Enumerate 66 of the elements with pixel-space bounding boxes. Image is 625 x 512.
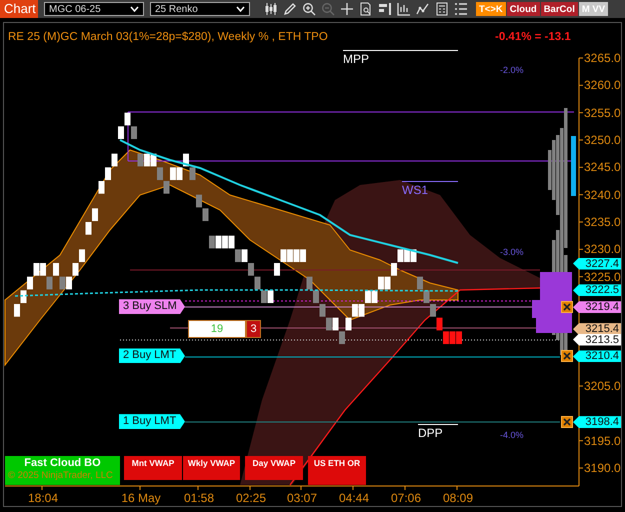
price-axis-label: 3265.0 [584, 51, 621, 65]
time-axis-label: 16 May [120, 491, 162, 505]
cancel-order-icon[interactable] [561, 416, 573, 428]
price-axis-label: 3245.0 [584, 160, 621, 174]
price-marker: 3215.4 [573, 323, 621, 336]
list-icon[interactable] [454, 2, 468, 16]
percent-label: -2.0% [500, 65, 524, 75]
candlestick-icon[interactable] [264, 2, 278, 16]
price-axis-label: 3255.0 [584, 106, 621, 120]
pencil-icon[interactable] [283, 2, 297, 16]
price-marker: 3213.5 [573, 334, 621, 346]
percent-label: -3.0% [500, 247, 524, 257]
cancel-order-icon[interactable] [561, 301, 573, 314]
chart-header: RE 25 (M)GC March 03(1%=28p=$280), Weekly % , ETH TPO [8, 31, 328, 43]
value-area-bar [571, 136, 576, 196]
percent-label: -4.0% [500, 430, 524, 440]
bar-type-dropdown[interactable]: 25 Renko [150, 2, 250, 16]
price-marker: 3222.5 [573, 284, 621, 296]
net-change: -0.41% = -13.1 [495, 31, 571, 43]
chart-title: Chart [0, 0, 38, 18]
price-marker: 3210.4 [573, 350, 621, 362]
time-axis-label: 03:07 [286, 491, 318, 505]
order-label[interactable]: 3 Buy SLM [119, 299, 185, 314]
order-label[interactable]: 1 Buy LMT [119, 414, 185, 430]
time-axis-label: 07:06 [390, 491, 422, 505]
price-axis-label: 3260.0 [584, 78, 621, 92]
indicator-button[interactable]: Day VWAP [245, 456, 303, 480]
pivot-label: DPP [418, 424, 458, 440]
time-axis-label: 02:25 [234, 491, 268, 505]
line-chart-icon[interactable] [416, 2, 430, 16]
price-marker: 3227.4 [573, 258, 621, 270]
price-axis-label: 3240.0 [584, 188, 621, 202]
bars-icon[interactable] [378, 2, 392, 16]
price-marker: 3198.4 [573, 416, 621, 428]
chart-frame-icon[interactable] [397, 2, 411, 16]
position-pnl: 3 [246, 320, 261, 338]
calculator-icon[interactable] [435, 2, 449, 16]
price-axis-label: 3205.0 [584, 379, 621, 394]
price-axis-label: 3225.0 [584, 270, 621, 284]
price-axis-label: 3230.0 [584, 242, 621, 256]
order-label[interactable]: 2 Buy LMT [119, 348, 185, 364]
price-axis-label: 3250.0 [584, 133, 621, 147]
caret-icon [236, 6, 245, 12]
instrument-dropdown[interactable]: MGC 06-25 [44, 2, 144, 16]
price-axis-label: 3195.0 [584, 434, 621, 448]
time-axis-label: 01:58 [182, 491, 216, 505]
pivot-label: WS1 [402, 181, 458, 197]
price-marker: 3219.4 [573, 301, 621, 314]
caret-icon [130, 6, 139, 12]
price-axis-label: 3190.0 [584, 461, 621, 476]
copyright-text: © 2025 NinjaTrader, LLC [5, 468, 120, 485]
time-axis-label: 04:44 [338, 491, 370, 505]
indicator-button[interactable]: Mnt VWAP [124, 456, 182, 480]
document-search-icon[interactable] [359, 2, 373, 16]
crosshair-icon[interactable] [340, 2, 354, 16]
toolbar-toggle[interactable]: Cloud [506, 2, 540, 16]
indicator-button[interactable]: Wkly VWAP [183, 456, 240, 480]
indicator-button[interactable]: US ETH OR [308, 456, 366, 485]
time-axis-label: 08:09 [442, 491, 474, 505]
time-axis-label: 18:04 [26, 491, 60, 505]
position-quantity: 19 [188, 320, 246, 338]
cancel-order-icon[interactable] [561, 350, 573, 362]
toolbar-toggle[interactable]: BarCol [540, 2, 578, 16]
zoom-in-icon[interactable] [302, 2, 316, 16]
price-axis-label: 3235.0 [584, 215, 621, 229]
pivot-label: MPP [343, 50, 458, 66]
